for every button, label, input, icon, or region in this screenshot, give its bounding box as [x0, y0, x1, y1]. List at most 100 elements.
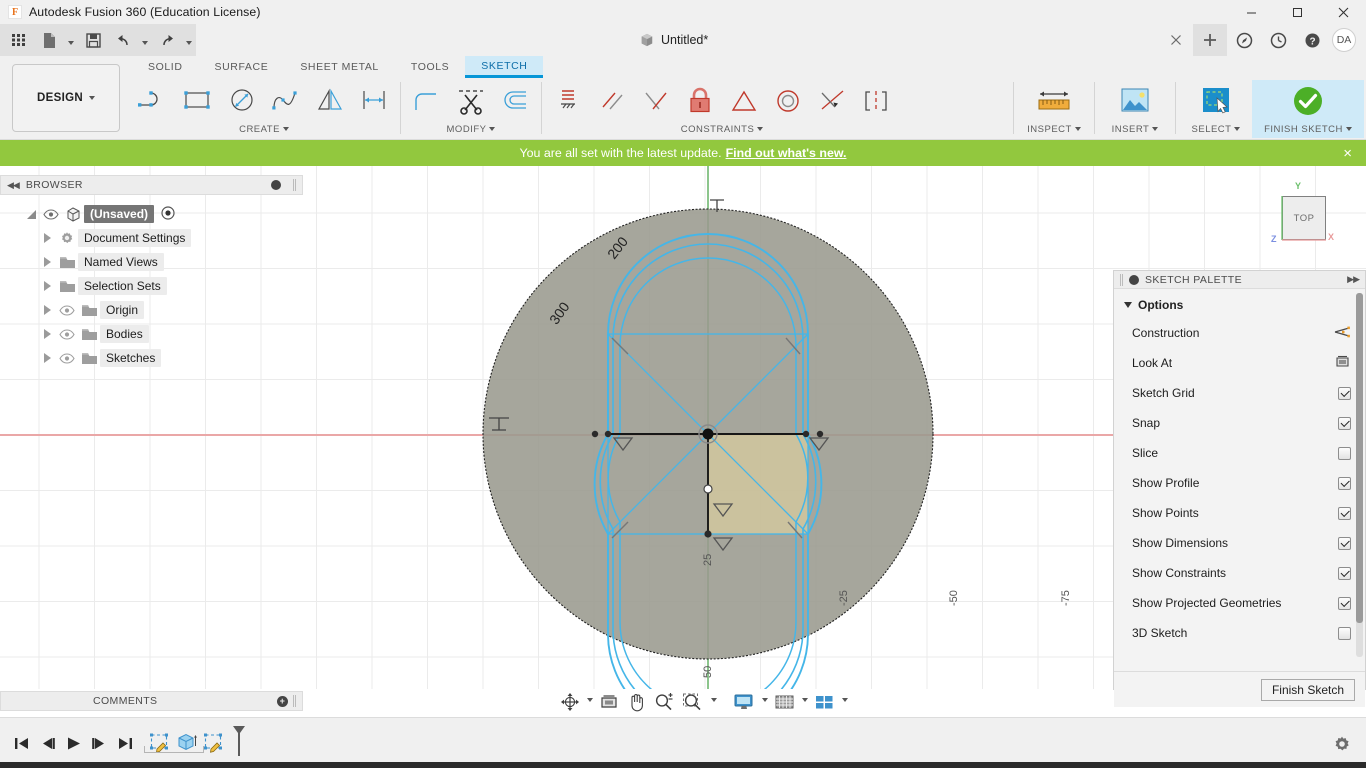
timeline-feature-sketch-1[interactable] [146, 728, 173, 758]
display-settings-dropdown[interactable] [759, 698, 770, 706]
rectangle-icon[interactable] [176, 80, 220, 122]
rectangular-pattern-icon[interactable] [352, 80, 396, 122]
palette-row-construction[interactable]: Construction [1114, 318, 1365, 348]
redo-dropdown[interactable] [183, 26, 195, 54]
tree-item-unsaved[interactable]: (Unsaved) [0, 202, 300, 226]
tab-sheet-metal[interactable]: SHEET METAL [284, 56, 395, 78]
panel-grip[interactable] [293, 695, 296, 707]
tree-item-selection-sets[interactable]: Selection Sets [0, 274, 300, 298]
close-tab-button[interactable] [1159, 24, 1193, 56]
zoom-window-dropdown[interactable] [708, 698, 719, 706]
show-projected-geometries-checkbox[interactable] [1338, 596, 1351, 610]
palette-row-show-profile[interactable]: Show Profile [1114, 468, 1365, 498]
panel-grip[interactable] [293, 179, 296, 191]
sketch-grid-checkbox[interactable] [1338, 386, 1351, 400]
panel-grip[interactable] [1120, 273, 1123, 286]
palette-row-snap[interactable]: Snap [1114, 408, 1365, 438]
tree-item-bodies[interactable]: Bodies [0, 322, 300, 346]
collinear-icon[interactable] [590, 80, 634, 122]
go-to-beginning-icon[interactable] [8, 726, 34, 760]
step-back-icon[interactable] [34, 726, 60, 760]
tree-item-origin[interactable]: Origin [0, 298, 300, 322]
look-at-icon[interactable] [595, 689, 623, 715]
look-at-icon[interactable] [1334, 354, 1351, 372]
equal-triangle-icon[interactable] [722, 80, 766, 122]
inspect-button[interactable]: INSPECT [1018, 80, 1090, 138]
visibility-eye-icon[interactable] [56, 328, 78, 340]
panel-label-create[interactable]: CREATE [239, 122, 289, 136]
expand-toggle[interactable] [38, 329, 56, 339]
tab-surface[interactable]: SURFACE [199, 56, 285, 78]
spline-icon[interactable] [264, 80, 308, 122]
new-document-dropdown[interactable] [65, 26, 77, 54]
tab-sketch[interactable]: SKETCH [465, 56, 544, 78]
job-status-icon[interactable] [1261, 24, 1295, 56]
construction-line-icon[interactable] [1334, 325, 1351, 342]
add-comment-icon[interactable]: + [277, 695, 288, 707]
timeline-feature-sketch-2[interactable] [200, 728, 227, 758]
panel-label-modify[interactable]: MODIFY [447, 122, 496, 136]
undo-dropdown[interactable] [139, 26, 151, 54]
grid-snaps-icon[interactable] [770, 689, 799, 715]
panel-label-constraints[interactable]: CONSTRAINTS [681, 122, 764, 136]
palette-row-look-at[interactable]: Look At [1114, 348, 1365, 378]
pan-hand-icon[interactable] [623, 689, 650, 715]
orbit-dropdown[interactable] [584, 698, 595, 706]
sketch-arc-icon[interactable] [132, 80, 176, 122]
collapse-panel-icon[interactable] [1129, 274, 1139, 285]
new-document-icon[interactable] [35, 26, 63, 54]
palette-row-sketch-grid[interactable]: Sketch Grid [1114, 378, 1365, 408]
zoom-icon[interactable] [650, 689, 678, 715]
activate-component-icon[interactable] [161, 205, 175, 223]
visibility-eye-icon[interactable] [56, 304, 78, 316]
display-settings-icon[interactable] [729, 689, 759, 715]
circle-icon[interactable] [220, 80, 264, 122]
play-icon[interactable] [60, 726, 86, 760]
help-icon[interactable]: ? [1295, 24, 1329, 56]
options-section-header[interactable]: Options [1114, 289, 1365, 318]
show-profile-checkbox[interactable] [1338, 476, 1351, 490]
3d-sketch-checkbox[interactable] [1338, 626, 1351, 640]
redo-icon[interactable] [153, 26, 181, 54]
palette-row-show-projected-geometries[interactable]: Show Projected Geometries [1114, 588, 1365, 618]
close-button[interactable] [1320, 0, 1366, 24]
palette-row-show-points[interactable]: Show Points [1114, 498, 1365, 528]
select-button[interactable]: SELECT [1180, 80, 1252, 138]
tree-item-sketches[interactable]: Sketches [0, 346, 300, 370]
view-cube[interactable]: TOP Y X Z [1268, 180, 1338, 248]
app-grid-icon[interactable] [5, 26, 33, 54]
coincident-icon[interactable] [546, 80, 590, 122]
expand-toggle[interactable] [38, 257, 56, 267]
minimize-panel-icon[interactable] [271, 180, 281, 190]
palette-row-show-dimensions[interactable]: Show Dimensions [1114, 528, 1365, 558]
comments-panel[interactable]: COMMENTS + [0, 691, 303, 711]
visibility-eye-icon[interactable] [56, 352, 78, 364]
expand-toggle[interactable] [38, 281, 56, 291]
finish-sketch-button[interactable]: FINISH SKETCH [1252, 80, 1364, 138]
expand-toggle[interactable] [38, 233, 56, 243]
show-constraints-checkbox[interactable] [1338, 566, 1351, 580]
minimize-button[interactable] [1228, 0, 1274, 24]
tree-item-named-views[interactable]: Named Views [0, 250, 300, 274]
tree-item-document-settings[interactable]: Document Settings [0, 226, 300, 250]
banner-close-icon[interactable]: × [1343, 140, 1352, 166]
symmetry-icon[interactable] [854, 80, 898, 122]
orbit-icon[interactable] [556, 689, 584, 715]
maximize-button[interactable] [1274, 0, 1320, 24]
show-dimensions-checkbox[interactable] [1338, 536, 1351, 550]
expand-toggle[interactable] [38, 353, 56, 363]
zoom-window-icon[interactable] [678, 689, 708, 715]
expand-toggle[interactable] [38, 305, 56, 315]
slice-checkbox[interactable] [1338, 446, 1351, 460]
notification-icon[interactable] [1227, 24, 1261, 56]
workspace-selector[interactable]: DESIGN [12, 64, 120, 132]
viewports-dropdown[interactable] [839, 698, 850, 706]
trim-scissors-icon[interactable] [449, 80, 493, 122]
expand-right-icon[interactable]: ▶▶ [1347, 274, 1360, 285]
timeline-feature-extrude[interactable] [173, 728, 200, 758]
visibility-eye-icon[interactable] [40, 208, 62, 220]
show-points-checkbox[interactable] [1338, 506, 1351, 520]
palette-row-show-constraints[interactable]: Show Constraints [1114, 558, 1365, 588]
offset-icon[interactable] [493, 80, 537, 122]
save-icon[interactable] [79, 26, 107, 54]
